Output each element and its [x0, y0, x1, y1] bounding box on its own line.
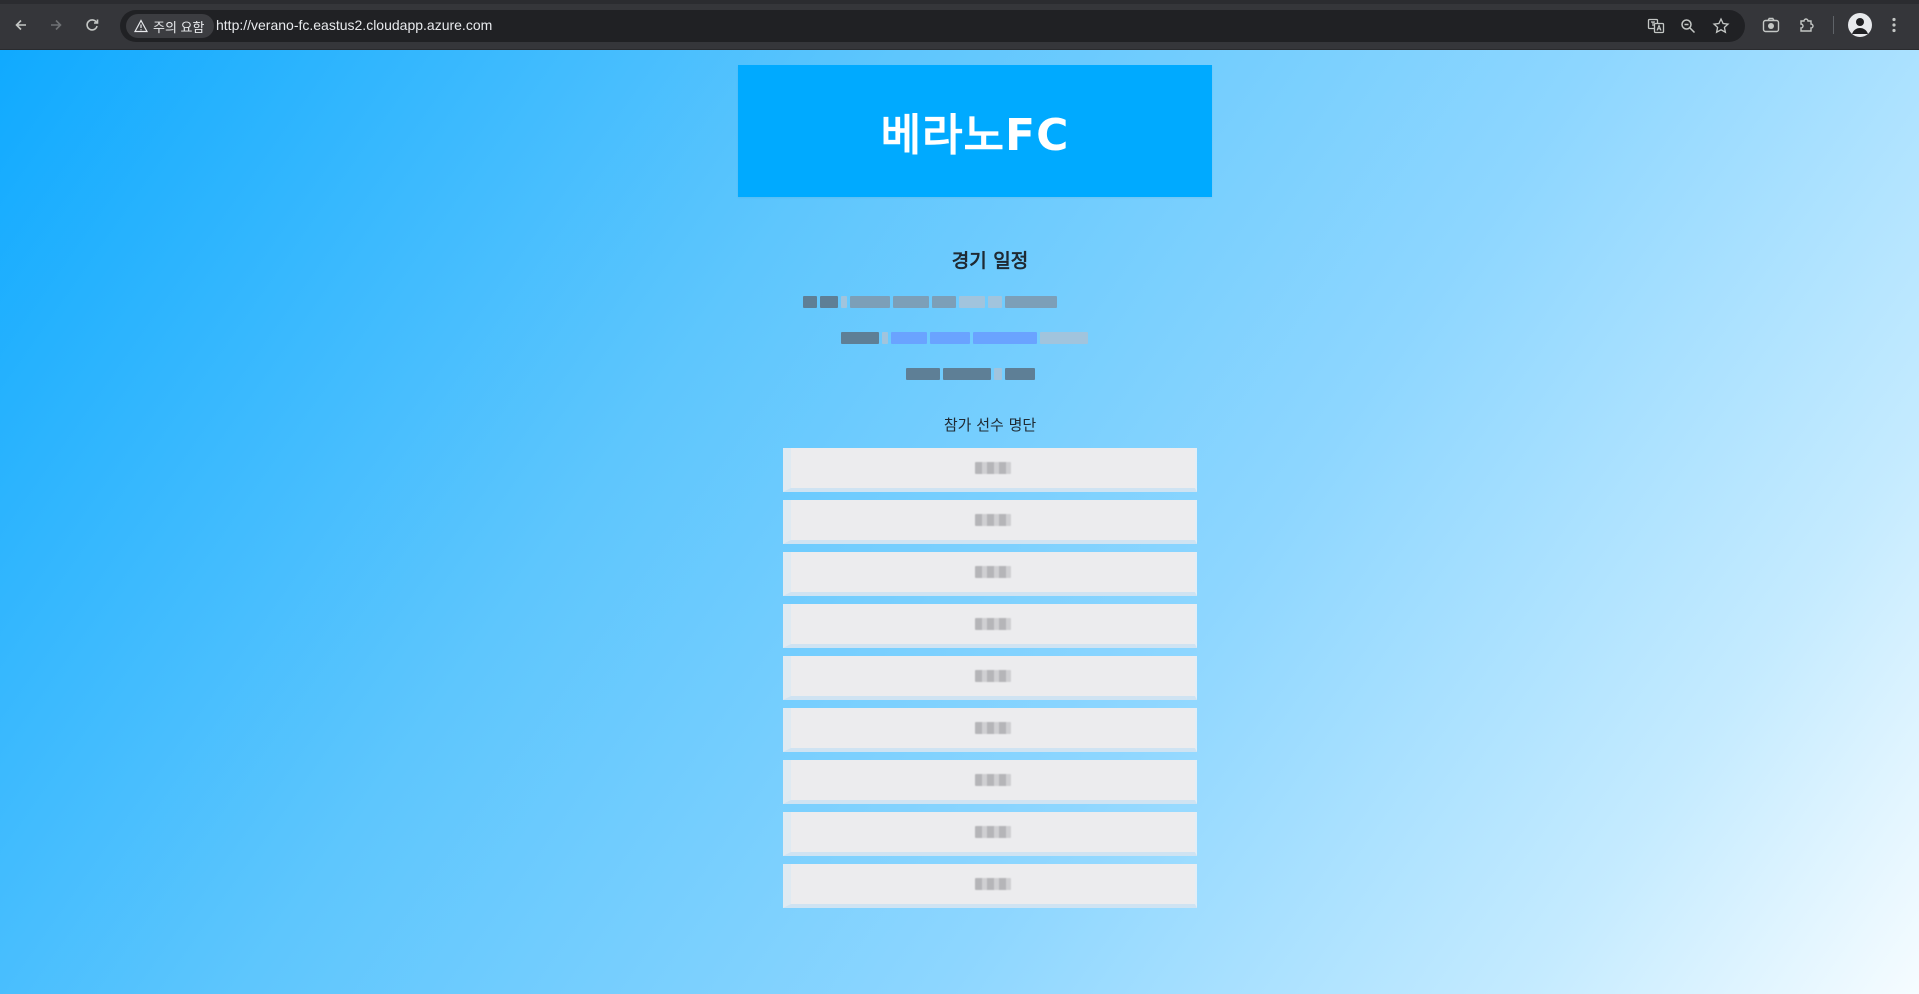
translate-icon[interactable]	[1647, 17, 1665, 35]
redacted-link-block[interactable]	[891, 332, 927, 344]
profile-avatar-icon[interactable]	[1848, 13, 1872, 37]
redacted-block	[803, 296, 817, 308]
redacted-block	[841, 332, 879, 344]
toolbar-separator	[1833, 16, 1834, 34]
player-card[interactable]	[783, 812, 1197, 856]
player-card[interactable]	[783, 708, 1197, 752]
player-card[interactable]	[783, 864, 1197, 908]
redacted-block	[882, 332, 888, 344]
player-card[interactable]	[783, 760, 1197, 804]
camera-icon[interactable]	[1761, 15, 1781, 35]
redacted-link-block[interactable]	[973, 332, 1037, 344]
player-card[interactable]	[783, 656, 1197, 700]
site-header: 베라노FC	[738, 65, 1212, 197]
url-text[interactable]: http://verano-fc.eastus2.cloudapp.azure.…	[216, 17, 492, 33]
redacted-block	[943, 368, 991, 380]
back-button[interactable]	[8, 12, 34, 38]
player-name	[975, 566, 1011, 578]
warning-triangle-icon	[134, 19, 148, 33]
arrow-right-icon	[51, 19, 62, 31]
security-warning-chip[interactable]: 주의 요함	[126, 14, 215, 38]
player-card[interactable]	[783, 500, 1197, 544]
redacted-block	[850, 296, 890, 308]
match-info-line-2	[841, 332, 1091, 344]
redacted-block	[820, 296, 838, 308]
player-card[interactable]	[783, 448, 1197, 492]
player-roster-list	[783, 448, 1197, 916]
match-info-line-1	[803, 296, 1060, 308]
redacted-block	[1005, 296, 1057, 308]
forward-button[interactable]	[43, 12, 69, 38]
redacted-block	[932, 296, 956, 308]
star-icon[interactable]	[1712, 17, 1730, 35]
player-name	[975, 722, 1011, 734]
match-info-line-3	[906, 368, 1038, 380]
player-card[interactable]	[783, 604, 1197, 648]
player-card[interactable]	[783, 552, 1197, 596]
player-name	[975, 618, 1011, 630]
redacted-block	[988, 296, 1002, 308]
player-name	[975, 774, 1011, 786]
redacted-block	[994, 368, 1002, 380]
browser-toolbar: 주의 요함 http://verano-fc.eastus2.cloudapp.…	[0, 0, 1919, 50]
tab-strip-edge	[0, 0, 1919, 4]
redacted-block	[1005, 368, 1035, 380]
player-name	[975, 878, 1011, 890]
redacted-block	[841, 296, 847, 308]
site-title: 베라노FC	[880, 110, 1070, 161]
zoom-icon[interactable]	[1679, 17, 1697, 35]
redacted-link-block[interactable]	[930, 332, 970, 344]
reload-icon	[86, 19, 99, 31]
page-viewport: 베라노FC 경기 일정 참가 선수 명단	[0, 50, 1919, 994]
schedule-heading: 경기 일정	[951, 250, 1029, 272]
player-name	[975, 462, 1011, 474]
kebab-menu-icon[interactable]	[1884, 15, 1904, 35]
player-name	[975, 514, 1011, 526]
player-name	[975, 670, 1011, 682]
player-name	[975, 826, 1011, 838]
redacted-block	[959, 296, 985, 308]
redacted-block	[893, 296, 929, 308]
reload-button[interactable]	[79, 12, 105, 38]
puzzle-icon[interactable]	[1797, 15, 1817, 35]
security-chip-label: 주의 요함	[153, 19, 205, 35]
address-bar[interactable]: 주의 요함 http://verano-fc.eastus2.cloudapp.…	[120, 10, 1745, 42]
arrow-left-icon	[15, 19, 26, 31]
redacted-block	[1040, 332, 1088, 344]
roster-heading: 참가 선수 명단	[943, 416, 1037, 434]
redacted-block	[906, 368, 940, 380]
